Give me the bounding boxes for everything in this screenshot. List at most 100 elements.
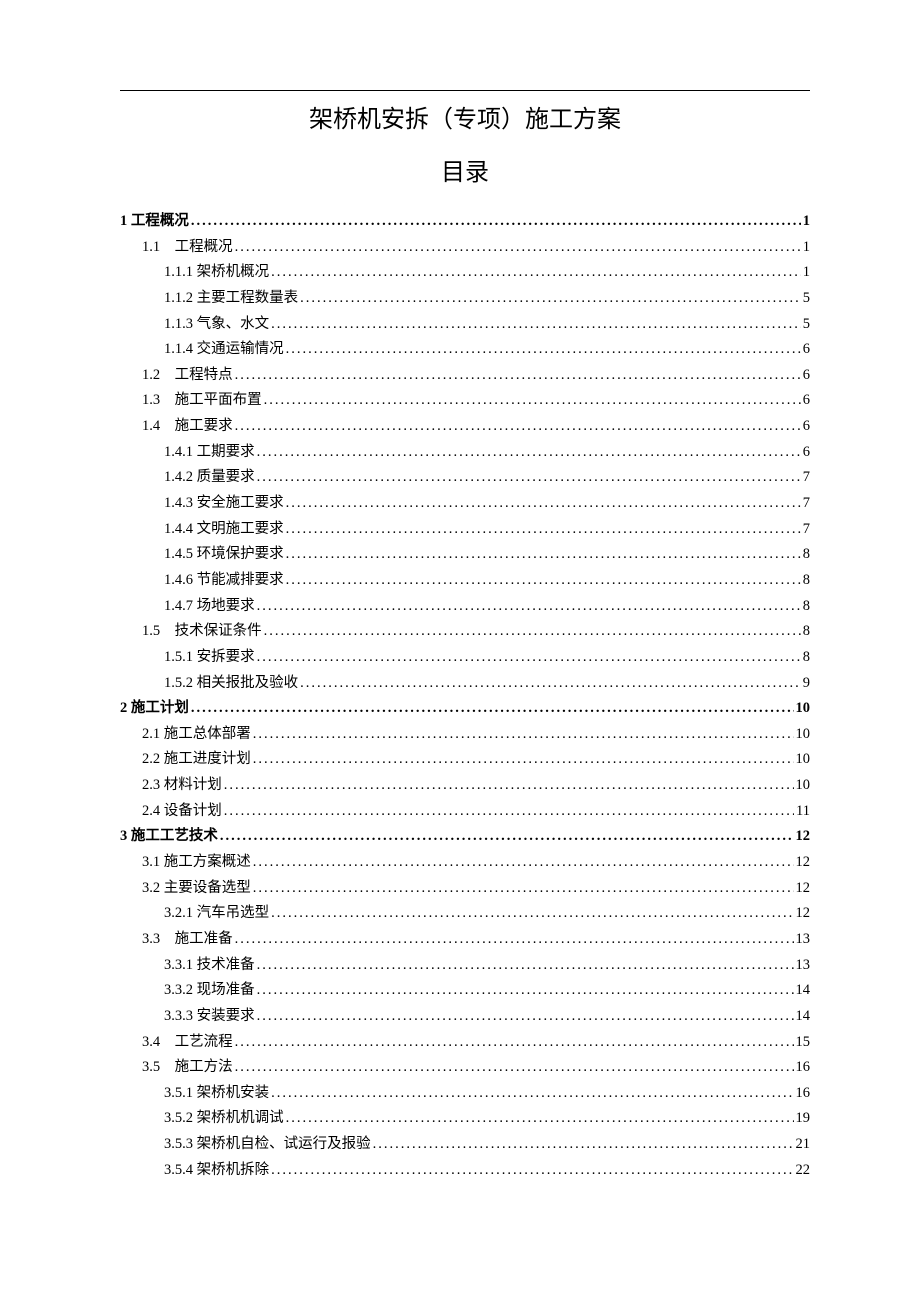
toc-entry: 1.5 技术保证条件 8	[120, 619, 810, 644]
toc-leader-dots	[220, 824, 794, 849]
toc-entry-label: 1.5 技术保证条件	[142, 619, 262, 644]
toc-entry-page: 8	[803, 568, 810, 593]
toc-entry-page: 12	[796, 876, 811, 901]
toc-entry-label: 3.5.1 架桥机安装	[164, 1081, 269, 1106]
toc-leader-dots	[224, 773, 794, 798]
toc-entry-page: 8	[803, 619, 810, 644]
toc-entry: 1.4.1 工期要求 6	[120, 440, 810, 465]
toc-entry-page: 10	[796, 747, 811, 772]
toc-entry-label: 3.5 施工方法	[142, 1055, 233, 1080]
toc-entry: 2.4 设备计划 11	[120, 799, 810, 824]
toc-entry-label: 3 施工工艺技术	[120, 824, 218, 849]
toc-entry: 3.5 施工方法 16	[120, 1055, 810, 1080]
toc-entry: 1.5.2 相关报批及验收9	[120, 671, 810, 696]
toc-entry-page: 1	[803, 209, 810, 234]
toc-entry-label: 2 施工计划	[120, 696, 189, 721]
toc-entry-label: 1.1.4 交通运输情况	[164, 337, 284, 362]
toc-entry: 3.4 工艺流程 15	[120, 1030, 810, 1055]
toc-leader-dots	[253, 876, 794, 901]
toc-entry-label: 3.4 工艺流程	[142, 1030, 233, 1055]
toc-leader-dots	[253, 747, 794, 772]
toc-entry: 3.5.2 架桥机机调试19	[120, 1106, 810, 1131]
toc-entry-page: 12	[796, 901, 811, 926]
toc-entry-label: 3.5.4 架桥机拆除	[164, 1158, 269, 1183]
toc-entry-page: 6	[803, 363, 810, 388]
toc-entry-page: 6	[803, 337, 810, 362]
toc-entry: 1.4 施工要求6	[120, 414, 810, 439]
toc-entry-page: 13	[796, 927, 811, 952]
toc-leader-dots	[235, 1055, 794, 1080]
toc-entry-page: 8	[803, 645, 810, 670]
toc-leader-dots	[257, 594, 801, 619]
toc-entry-label: 1.3 施工平面布置	[142, 388, 262, 413]
toc-leader-dots	[235, 363, 801, 388]
toc-entry: 3.5.4 架桥机拆除 22	[120, 1158, 810, 1183]
toc-leader-dots	[286, 337, 801, 362]
toc-entry: 2 施工计划 10	[120, 696, 810, 721]
toc-entry-label: 1.1.2 主要工程数量表	[164, 286, 298, 311]
toc-entry-page: 8	[803, 542, 810, 567]
toc-entry-page: 7	[803, 491, 810, 516]
toc-leader-dots	[224, 799, 794, 824]
toc-entry-page: 5	[803, 312, 810, 337]
toc-entry-label: 1.5.1 安拆要求	[164, 645, 255, 670]
toc-leader-dots	[300, 671, 801, 696]
toc-entry-label: 1.5.2 相关报批及验收	[164, 671, 298, 696]
toc-entry-label: 2.3 材料计划	[142, 773, 222, 798]
toc-entry-label: 1.4.7 场地要求	[164, 594, 255, 619]
toc-entry: 3.5.1 架桥机安装16	[120, 1081, 810, 1106]
toc-entry-label: 1.4 施工要求	[142, 414, 233, 439]
toc-entry-label: 1.4.1 工期要求	[164, 440, 255, 465]
toc-entry: 1.4.3 安全施工要求7	[120, 491, 810, 516]
toc-entry: 1.1.2 主要工程数量表 5	[120, 286, 810, 311]
toc-entry-page: 7	[803, 465, 810, 490]
toc-entry-page: 6	[803, 388, 810, 413]
toc-entry-page: 10	[796, 773, 811, 798]
toc-entry-label: 2.1 施工总体部署	[142, 722, 251, 747]
toc-leader-dots	[300, 286, 801, 311]
toc-leader-dots	[257, 953, 794, 978]
toc-entry-page: 5	[803, 286, 810, 311]
toc-leader-dots	[257, 978, 794, 1003]
toc-entry-label: 1.4.6 节能减排要求	[164, 568, 284, 593]
toc-leader-dots	[271, 312, 801, 337]
toc-entry-page: 12	[796, 850, 811, 875]
toc-entry-label: 1.4.2 质量要求	[164, 465, 255, 490]
toc-leader-dots	[257, 645, 801, 670]
toc-entry: 3.5.3 架桥机自检、试运行及报验21	[120, 1132, 810, 1157]
toc-entry: 1.4.2 质量要求 7	[120, 465, 810, 490]
toc-leader-dots	[271, 260, 801, 285]
toc-leader-dots	[235, 235, 801, 260]
toc-entry-page: 8	[803, 594, 810, 619]
toc-entry-page: 1	[803, 235, 810, 260]
toc-entry-label: 3.3.1 技术准备	[164, 953, 255, 978]
toc-entry: 3.3.3 安装要求14	[120, 1004, 810, 1029]
toc-leader-dots	[264, 388, 801, 413]
toc-leader-dots	[271, 1081, 793, 1106]
toc-entry-label: 1.4.5 环境保护要求	[164, 542, 284, 567]
toc-entry: 3 施工工艺技术12	[120, 824, 810, 849]
toc-leader-dots	[235, 1030, 794, 1055]
toc-entry: 3.3.1 技术准备13	[120, 953, 810, 978]
table-of-contents: 1 工程概况11.1 工程概况11.1.1 架桥机概况11.1.2 主要工程数量…	[120, 209, 810, 1182]
toc-entry-page: 15	[796, 1030, 811, 1055]
toc-entry-page: 10	[796, 696, 811, 721]
toc-entry-page: 19	[796, 1106, 811, 1131]
toc-entry: 3.3 施工准备13	[120, 927, 810, 952]
toc-entry-page: 16	[796, 1055, 811, 1080]
toc-entry: 3.2.1 汽车吊选型12	[120, 901, 810, 926]
toc-entry-page: 6	[803, 440, 810, 465]
toc-entry: 3.1 施工方案概述12	[120, 850, 810, 875]
toc-leader-dots	[286, 542, 801, 567]
toc-entry-label: 1.4.4 文明施工要求	[164, 517, 284, 542]
toc-leader-dots	[253, 850, 794, 875]
toc-entry-label: 2.4 设备计划	[142, 799, 222, 824]
toc-entry-page: 22	[796, 1158, 811, 1183]
toc-entry: 2.2 施工进度计划10	[120, 747, 810, 772]
toc-entry-page: 11	[796, 799, 810, 824]
document-title: 架桥机安拆（专项）施工方案	[120, 99, 810, 134]
toc-entry: 1.3 施工平面布置 6	[120, 388, 810, 413]
toc-leader-dots	[257, 1004, 794, 1029]
toc-entry-label: 3.3.3 安装要求	[164, 1004, 255, 1029]
toc-entry-label: 3.3.2 现场准备	[164, 978, 255, 1003]
